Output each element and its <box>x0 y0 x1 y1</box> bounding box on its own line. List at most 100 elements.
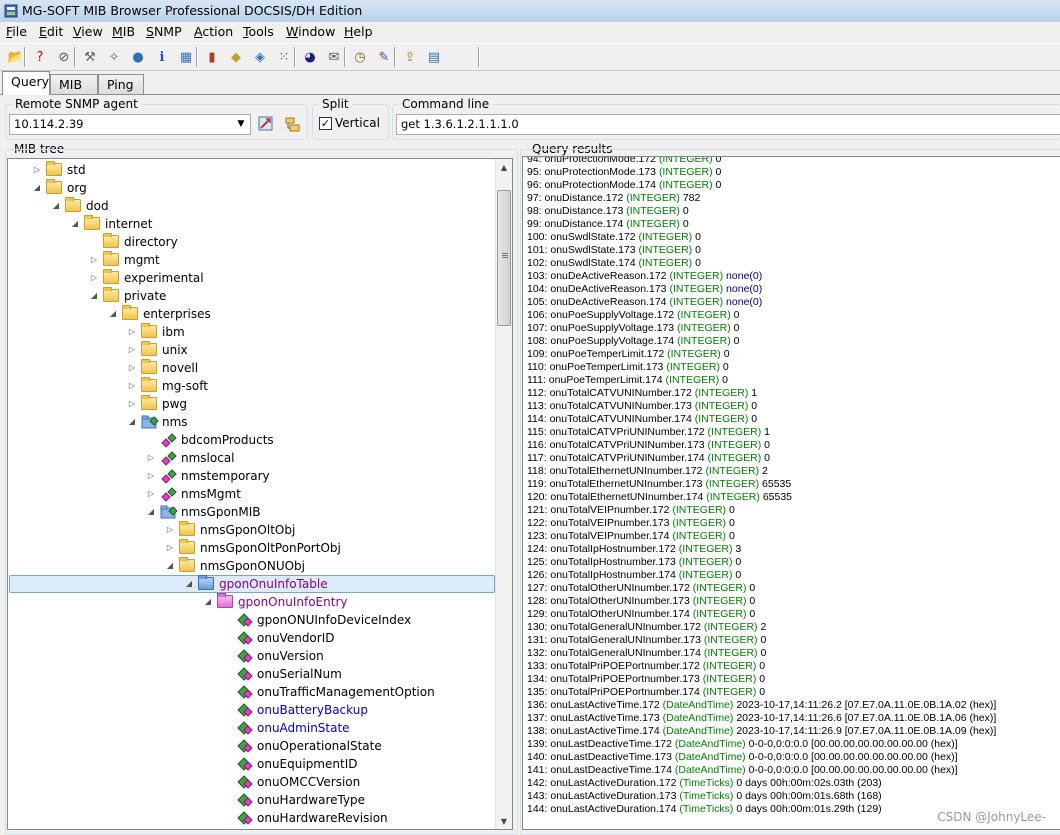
result-line[interactable]: 97: onuDistance.172 (INTEGER) 782 <box>527 192 700 205</box>
stop-icon[interactable]: ⊘ <box>54 47 74 67</box>
query-help-icon[interactable]: ? <box>30 47 50 67</box>
result-line[interactable]: 141: onuLastDeactiveTime.174 (DateAndTim… <box>527 764 958 777</box>
tree-node-bdcomProducts[interactable]: bdcomProducts <box>8 431 498 449</box>
tree-node-nmsGponMIB[interactable]: ◢ nmsGponMIB <box>8 503 498 521</box>
tree-node-nmsGponONUObj[interactable]: ◢ nmsGponONUObj <box>8 557 498 575</box>
result-line[interactable]: 98: onuDistance.173 (INTEGER) 0 <box>527 205 689 218</box>
tree-node-novell[interactable]: ▷ novell <box>8 359 498 377</box>
tree-node-ibm[interactable]: ▷ ibm <box>8 323 498 341</box>
collapse-icon[interactable]: ◢ <box>70 215 80 233</box>
menu-edit[interactable]: Edit <box>39 24 63 39</box>
tree-node-onuEquipmentID[interactable]: onuEquipmentID <box>8 755 498 773</box>
info-icon[interactable]: i <box>152 47 172 67</box>
tree-vertical-scrollbar[interactable]: ▲ ▼ <box>495 159 512 829</box>
tree-node-onuOperationalState[interactable]: onuOperationalState <box>8 737 498 755</box>
tree-node-unix[interactable]: ▷ unix <box>8 341 498 359</box>
menu-window[interactable]: Window <box>286 24 335 39</box>
result-line[interactable]: 109: onuPoeTemperLimit.172 (INTEGER) 0 <box>527 348 730 361</box>
tree-node-nmsGponOltObj[interactable]: ▷ nmsGponOltObj <box>8 521 498 539</box>
expand-icon[interactable]: ▷ <box>165 521 175 539</box>
result-line[interactable]: 135: onuTotalPriPOEPortnumber.174 (INTEG… <box>527 686 765 699</box>
result-line[interactable]: 132: onuTotalGeneralUNInumber.174 (INTEG… <box>527 647 766 660</box>
result-line[interactable]: 106: onuPoeSupplyVoltage.172 (INTEGER) 0 <box>527 309 740 322</box>
result-line[interactable]: 114: onuTotalCATVUNINumber.174 (INTEGER)… <box>527 413 757 426</box>
tree-node-enterprises[interactable]: ◢ enterprises <box>8 305 498 323</box>
result-line[interactable]: 118: onuTotalEthernetUNInumber.172 (INTE… <box>527 465 768 478</box>
agent-list-icon[interactable] <box>283 115 301 133</box>
clock-icon[interactable]: ◷ <box>350 47 370 67</box>
result-line[interactable]: 142: onuLastActiveDuration.172 (TimeTick… <box>527 777 882 790</box>
result-line[interactable]: 137: onuLastActiveTime.173 (DateAndTime)… <box>527 712 996 725</box>
menu-mib[interactable]: MIB <box>112 24 135 39</box>
tree-scroll-thumb[interactable] <box>497 190 511 326</box>
result-line[interactable]: 113: onuTotalCATVUNINumber.173 (INTEGER)… <box>527 400 757 413</box>
chevron-down-icon[interactable]: ▼ <box>234 115 248 134</box>
result-line[interactable]: 94: onuProtectionMode.172 (INTEGER) 0 <box>527 157 721 166</box>
expand-icon[interactable]: ▷ <box>127 377 137 395</box>
result-line[interactable]: 140: onuLastDeactiveTime.173 (DateAndTim… <box>527 751 958 764</box>
collapse-icon[interactable]: ◢ <box>203 593 213 611</box>
result-line[interactable]: 99: onuDistance.174 (INTEGER) 0 <box>527 218 689 231</box>
tree-node-internet[interactable]: ◢ internet <box>8 215 498 233</box>
expand-icon[interactable]: ▷ <box>89 269 99 287</box>
expand-icon[interactable]: ▷ <box>146 467 156 485</box>
expand-icon[interactable]: ▷ <box>127 359 137 377</box>
menu-help[interactable]: Help <box>344 24 373 39</box>
result-line[interactable]: 117: onuTotalCATVPriUNINumber.174 (INTEG… <box>527 452 770 465</box>
tree-node-onuSerialNum[interactable]: onuSerialNum <box>8 665 498 683</box>
tree-node-nmslocal[interactable]: ▷ nmslocal <box>8 449 498 467</box>
menu-snmp[interactable]: SNMP <box>146 24 182 39</box>
query-results-pane[interactable]: 94: onuProtectionMode.172 (INTEGER) 0 95:… <box>522 156 1060 830</box>
expand-icon[interactable]: ▷ <box>127 395 137 413</box>
result-line[interactable]: 128: onuTotalOtherUNInumber.173 (INTEGER… <box>527 595 755 608</box>
result-line[interactable]: 123: onuTotalVEIPnumber.174 (INTEGER) 0 <box>527 530 735 543</box>
result-line[interactable]: 112: onuTotalCATVUNINumber.172 (INTEGER)… <box>527 387 757 400</box>
tree-node-experimental[interactable]: ▷ experimental <box>8 269 498 287</box>
collapse-icon[interactable]: ◢ <box>127 413 137 431</box>
tree-node-onuHardwareType[interactable]: onuHardwareType <box>8 791 498 809</box>
result-line[interactable]: 111: onuPoeTemperLimit.174 (INTEGER) 0 <box>527 374 728 387</box>
scroll-up-icon[interactable]: ▲ <box>496 159 512 175</box>
tree-node-onuHardwareRevision[interactable]: onuHardwareRevision <box>8 809 498 827</box>
tree-node-onuOMCCVersion[interactable]: onuOMCCVersion <box>8 773 498 791</box>
result-line[interactable]: 102: onuSwdlState.174 (INTEGER) 0 <box>527 257 701 270</box>
vertical-checkbox[interactable]: ✓ <box>319 117 332 130</box>
collapse-icon[interactable]: ◢ <box>165 557 175 575</box>
scroll-down-icon[interactable]: ▼ <box>496 813 512 829</box>
globe-icon[interactable]: ● <box>128 47 148 67</box>
expand-icon[interactable]: ▷ <box>32 161 42 179</box>
result-line[interactable]: 103: onuDeActiveReason.172 (INTEGER) non… <box>527 270 762 283</box>
result-line[interactable]: 105: onuDeActiveReason.174 (INTEGER) non… <box>527 296 762 309</box>
tree-node-nmsGponOltPonPortObj[interactable]: ▷ nmsGponOltPonPortObj <box>8 539 498 557</box>
folder-icon[interactable]: ◆ <box>226 47 246 67</box>
remote-agent-combobox[interactable]: 10.114.2.39 ▼ <box>9 114 251 135</box>
tree-node-gponOnuInfoEntry[interactable]: ◢ gponOnuInfoEntry <box>8 593 498 611</box>
tab-ping[interactable]: Ping <box>98 74 144 94</box>
command-line-input[interactable]: get 1.3.6.1.2.1.1.1.0 <box>396 114 1060 135</box>
expand-icon[interactable]: ▷ <box>165 539 175 557</box>
result-line[interactable]: 130: onuTotalGeneralUNInumber.172 (INTEG… <box>527 621 766 634</box>
result-line[interactable]: 131: onuTotalGeneralUNInumber.173 (INTEG… <box>527 634 766 647</box>
tree-node-onuAdminState[interactable]: onuAdminState <box>8 719 498 737</box>
tree-node-nmsMgmt[interactable]: ▷ nmsMgmt <box>8 485 498 503</box>
export-icon[interactable]: ⇪ <box>400 47 420 67</box>
collapse-icon[interactable]: ◢ <box>146 503 156 521</box>
result-line[interactable]: 110: onuPoeTemperLimit.173 (INTEGER) 0 <box>527 361 729 374</box>
result-line[interactable]: 129: onuTotalOtherUNInumber.174 (INTEGER… <box>527 608 755 621</box>
expand-icon[interactable]: ▷ <box>89 251 99 269</box>
expand-icon[interactable]: ▷ <box>146 485 156 503</box>
menu-file[interactable]: File <box>6 24 27 39</box>
tree-node-gponOnuInfoTable[interactable]: ◢ gponOnuInfoTable <box>8 575 498 593</box>
tools-icon[interactable]: ⚒ <box>80 47 100 67</box>
result-line[interactable]: 120: onuTotalEthernetUNInumber.174 (INTE… <box>527 491 792 504</box>
result-line[interactable]: 121: onuTotalVEIPnumber.172 (INTEGER) 0 <box>527 504 735 517</box>
expand-icon[interactable]: ▷ <box>127 323 137 341</box>
result-line[interactable]: 144: onuLastActiveDuration.174 (TimeTick… <box>527 803 882 816</box>
collapse-icon[interactable]: ◢ <box>32 179 42 197</box>
result-line[interactable]: 122: onuTotalVEIPnumber.173 (INTEGER) 0 <box>527 517 735 530</box>
script-icon[interactable]: ✎ <box>374 47 394 67</box>
result-line[interactable]: 133: onuTotalPriPOEPortnumber.172 (INTEG… <box>527 660 765 673</box>
grid-icon[interactable]: ⁙ <box>274 47 294 67</box>
table-icon[interactable]: ▦ <box>176 47 196 67</box>
settings-icon[interactable]: ✧ <box>104 47 124 67</box>
